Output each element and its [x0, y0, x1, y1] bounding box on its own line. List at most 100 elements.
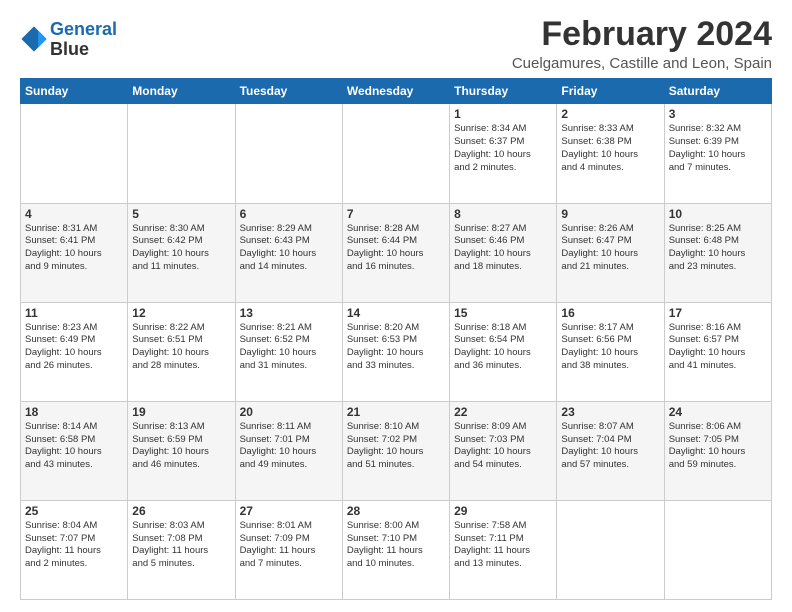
calendar-cell: 5Sunrise: 8:30 AM Sunset: 6:42 PM Daylig…	[128, 203, 235, 302]
day-number: 13	[240, 306, 338, 320]
calendar-cell: 27Sunrise: 8:01 AM Sunset: 7:09 PM Dayli…	[235, 500, 342, 599]
calendar-week-row: 18 Sunrise: 8:14 AM Sunset: 6:58 PM Dayli…	[21, 401, 772, 500]
day-detail: Sunrise: 8:34 AM Sunset: 6:37 PM Dayligh…	[454, 123, 552, 174]
day-detail: Sunrise: 8:14 AM Sunset: 6:58 PM Dayligh…	[25, 421, 123, 472]
day-number: 17	[669, 306, 767, 320]
header: General Blue February 2024 Cuelgamures, …	[20, 16, 772, 72]
day-number: 26	[132, 504, 230, 518]
weekday-header: Thursday	[450, 79, 557, 104]
day-detail: Sunrise: 8:10 AM Sunset: 7:02 PM Dayligh…	[347, 421, 445, 472]
calendar-cell: 3 Sunrise: 8:32 AM Sunset: 6:39 PM Daylig…	[664, 104, 771, 203]
day-number: 18	[25, 405, 123, 419]
calendar-cell: 12 Sunrise: 8:22 AM Sunset: 6:51 PM Dayli…	[128, 302, 235, 401]
day-detail: Sunrise: 8:29 AM Sunset: 6:43 PM Dayligh…	[240, 223, 338, 274]
day-number: 25	[25, 504, 123, 518]
logo-icon	[20, 25, 48, 53]
day-detail: Sunrise: 8:32 AM Sunset: 6:39 PM Dayligh…	[669, 123, 767, 174]
calendar-cell: 26Sunrise: 8:03 AM Sunset: 7:08 PM Dayli…	[128, 500, 235, 599]
calendar-cell: 22Sunrise: 8:09 AM Sunset: 7:03 PM Dayli…	[450, 401, 557, 500]
day-detail: Sunrise: 8:18 AM Sunset: 6:54 PM Dayligh…	[454, 322, 552, 373]
day-number: 2	[561, 107, 659, 121]
calendar-cell: 13 Sunrise: 8:21 AM Sunset: 6:52 PM Dayli…	[235, 302, 342, 401]
day-number: 19	[132, 405, 230, 419]
day-number: 4	[25, 207, 123, 221]
calendar-cell: 21 Sunrise: 8:10 AM Sunset: 7:02 PM Dayli…	[342, 401, 449, 500]
day-number: 9	[561, 207, 659, 221]
day-detail: Sunrise: 8:06 AM Sunset: 7:05 PM Dayligh…	[669, 421, 767, 472]
weekday-header: Tuesday	[235, 79, 342, 104]
calendar-week-row: 11 Sunrise: 8:23 AM Sunset: 6:49 PM Dayli…	[21, 302, 772, 401]
day-detail: Sunrise: 8:21 AM Sunset: 6:52 PM Dayligh…	[240, 322, 338, 373]
day-number: 16	[561, 306, 659, 320]
calendar-cell: 25 Sunrise: 8:04 AM Sunset: 7:07 PM Dayli…	[21, 500, 128, 599]
day-detail: Sunrise: 8:17 AM Sunset: 6:56 PM Dayligh…	[561, 322, 659, 373]
calendar-cell: 14 Sunrise: 8:20 AM Sunset: 6:53 PM Dayli…	[342, 302, 449, 401]
calendar-week-row: 1 Sunrise: 8:34 AM Sunset: 6:37 PM Daylig…	[21, 104, 772, 203]
weekday-header: Monday	[128, 79, 235, 104]
day-number: 29	[454, 504, 552, 518]
calendar-cell	[235, 104, 342, 203]
calendar-cell: 11 Sunrise: 8:23 AM Sunset: 6:49 PM Dayli…	[21, 302, 128, 401]
day-number: 12	[132, 306, 230, 320]
day-number: 1	[454, 107, 552, 121]
day-detail: Sunrise: 8:16 AM Sunset: 6:57 PM Dayligh…	[669, 322, 767, 373]
day-detail: Sunrise: 8:13 AM Sunset: 6:59 PM Dayligh…	[132, 421, 230, 472]
day-detail: Sunrise: 8:22 AM Sunset: 6:51 PM Dayligh…	[132, 322, 230, 373]
logo-text: General Blue	[50, 20, 117, 60]
day-number: 21	[347, 405, 445, 419]
calendar-cell: 2 Sunrise: 8:33 AM Sunset: 6:38 PM Daylig…	[557, 104, 664, 203]
subtitle: Cuelgamures, Castille and Leon, Spain	[512, 55, 772, 72]
day-detail: Sunrise: 8:26 AM Sunset: 6:47 PM Dayligh…	[561, 223, 659, 274]
calendar-table: SundayMondayTuesdayWednesdayThursdayFrid…	[20, 78, 772, 600]
day-detail: Sunrise: 8:20 AM Sunset: 6:53 PM Dayligh…	[347, 322, 445, 373]
day-number: 24	[669, 405, 767, 419]
day-number: 7	[347, 207, 445, 221]
day-detail: Sunrise: 8:25 AM Sunset: 6:48 PM Dayligh…	[669, 223, 767, 274]
day-number: 10	[669, 207, 767, 221]
day-detail: Sunrise: 8:04 AM Sunset: 7:07 PM Dayligh…	[25, 520, 123, 571]
calendar-cell	[21, 104, 128, 203]
calendar-cell	[557, 500, 664, 599]
calendar-cell	[342, 104, 449, 203]
page: General Blue February 2024 Cuelgamures, …	[0, 0, 792, 612]
weekday-header: Friday	[557, 79, 664, 104]
calendar-cell: 6Sunrise: 8:29 AM Sunset: 6:43 PM Daylig…	[235, 203, 342, 302]
day-detail: Sunrise: 8:27 AM Sunset: 6:46 PM Dayligh…	[454, 223, 552, 274]
day-number: 27	[240, 504, 338, 518]
day-detail: Sunrise: 8:11 AM Sunset: 7:01 PM Dayligh…	[240, 421, 338, 472]
title-block: February 2024 Cuelgamures, Castille and …	[512, 16, 772, 72]
calendar-cell: 10 Sunrise: 8:25 AM Sunset: 6:48 PM Dayli…	[664, 203, 771, 302]
day-number: 23	[561, 405, 659, 419]
day-detail: Sunrise: 8:00 AM Sunset: 7:10 PM Dayligh…	[347, 520, 445, 571]
weekday-header: Sunday	[21, 79, 128, 104]
calendar-cell: 19 Sunrise: 8:13 AM Sunset: 6:59 PM Dayli…	[128, 401, 235, 500]
logo: General Blue	[20, 20, 117, 60]
calendar-cell	[128, 104, 235, 203]
calendar-cell: 16 Sunrise: 8:17 AM Sunset: 6:56 PM Dayli…	[557, 302, 664, 401]
day-number: 14	[347, 306, 445, 320]
calendar-cell: 18 Sunrise: 8:14 AM Sunset: 6:58 PM Dayli…	[21, 401, 128, 500]
day-number: 22	[454, 405, 552, 419]
day-number: 11	[25, 306, 123, 320]
day-number: 20	[240, 405, 338, 419]
weekday-header: Saturday	[664, 79, 771, 104]
calendar-cell: 28Sunrise: 8:00 AM Sunset: 7:10 PM Dayli…	[342, 500, 449, 599]
day-number: 3	[669, 107, 767, 121]
day-detail: Sunrise: 8:30 AM Sunset: 6:42 PM Dayligh…	[132, 223, 230, 274]
day-detail: Sunrise: 8:33 AM Sunset: 6:38 PM Dayligh…	[561, 123, 659, 174]
day-detail: Sunrise: 8:31 AM Sunset: 6:41 PM Dayligh…	[25, 223, 123, 274]
day-detail: Sunrise: 8:07 AM Sunset: 7:04 PM Dayligh…	[561, 421, 659, 472]
calendar-cell: 20 Sunrise: 8:11 AM Sunset: 7:01 PM Dayli…	[235, 401, 342, 500]
day-detail: Sunrise: 8:23 AM Sunset: 6:49 PM Dayligh…	[25, 322, 123, 373]
calendar-week-row: 25 Sunrise: 8:04 AM Sunset: 7:07 PM Dayli…	[21, 500, 772, 599]
day-number: 8	[454, 207, 552, 221]
calendar-cell: 7 Sunrise: 8:28 AM Sunset: 6:44 PM Daylig…	[342, 203, 449, 302]
calendar-cell: 9 Sunrise: 8:26 AM Sunset: 6:47 PM Daylig…	[557, 203, 664, 302]
day-detail: Sunrise: 8:28 AM Sunset: 6:44 PM Dayligh…	[347, 223, 445, 274]
calendar-cell: 4 Sunrise: 8:31 AM Sunset: 6:41 PM Daylig…	[21, 203, 128, 302]
main-title: February 2024	[512, 16, 772, 53]
calendar-week-row: 4 Sunrise: 8:31 AM Sunset: 6:41 PM Daylig…	[21, 203, 772, 302]
calendar-cell: 17 Sunrise: 8:16 AM Sunset: 6:57 PM Dayli…	[664, 302, 771, 401]
calendar-header-row: SundayMondayTuesdayWednesdayThursdayFrid…	[21, 79, 772, 104]
calendar-cell: 29Sunrise: 7:58 AM Sunset: 7:11 PM Dayli…	[450, 500, 557, 599]
